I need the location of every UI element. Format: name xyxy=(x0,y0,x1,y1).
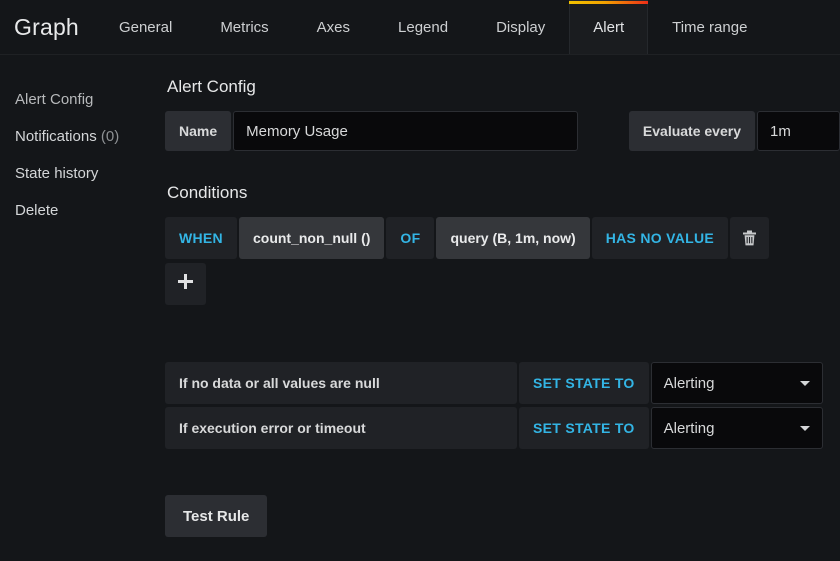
add-condition-row xyxy=(165,263,840,305)
tab-label: Axes xyxy=(316,19,351,36)
sidebar-item-label: Notifications xyxy=(15,128,97,145)
no-data-state-select[interactable]: Alerting xyxy=(650,362,823,404)
no-data-state-value: Alerting xyxy=(663,374,715,392)
tab-axes[interactable]: Axes xyxy=(293,0,374,54)
tab-label: Display xyxy=(496,19,546,36)
no-data-set-state-label[interactable]: SET STATE TO xyxy=(519,362,649,404)
notifications-count: (0) xyxy=(100,128,120,145)
sidebar-item-delete[interactable]: Delete xyxy=(0,192,165,229)
name-label: Name xyxy=(165,111,232,151)
exec-error-state-select[interactable]: Alerting xyxy=(650,407,823,449)
conditions-heading: Conditions xyxy=(167,183,248,202)
tab-label: Alert xyxy=(593,19,625,36)
tab-alert[interactable]: Alert xyxy=(569,0,649,54)
evaluate-every-label: Evaluate every xyxy=(628,111,755,151)
tab-legend[interactable]: Legend xyxy=(374,0,472,54)
panel-editor-header: Graph General Metrics Axes Legend Displa… xyxy=(0,0,840,55)
tab-metrics[interactable]: Metrics xyxy=(196,0,292,54)
sidebar-item-label: State history xyxy=(15,165,99,182)
condition-row: WHEN count_non_null () OF query (B, 1m, … xyxy=(165,217,840,259)
alert-name-row: Name Memory Usage Evaluate every 1m xyxy=(165,111,840,151)
condition-reducer-select[interactable]: count_non_null () xyxy=(238,217,385,259)
alert-config-heading: Alert Config xyxy=(167,77,256,96)
tab-time-range[interactable]: Time range xyxy=(648,0,771,54)
test-rule-block: Test Rule xyxy=(165,495,840,537)
sidebar-item-label: Delete xyxy=(15,202,59,219)
test-rule-button[interactable]: Test Rule xyxy=(165,495,268,537)
condition-query-select[interactable]: query (B, 1m, now) xyxy=(436,217,590,259)
state-handling-block: If no data or all values are null SET ST… xyxy=(165,362,840,449)
page-title: Graph xyxy=(14,13,79,40)
sidebar-item-label: Alert Config xyxy=(15,91,94,108)
condition-of-label[interactable]: OF xyxy=(386,217,435,259)
editor-body: Alert Config Notifications (0) State his… xyxy=(0,55,840,561)
exec-error-set-state-label[interactable]: SET STATE TO xyxy=(519,407,649,449)
no-data-state-row: If no data or all values are null SET ST… xyxy=(165,362,840,404)
condition-delete-button[interactable] xyxy=(730,217,770,259)
condition-evaluator-select[interactable]: HAS NO VALUE xyxy=(591,217,729,259)
tab-label: Time range xyxy=(672,19,748,36)
alert-sidebar: Alert Config Notifications (0) State his… xyxy=(0,55,165,561)
alert-name-input[interactable]: Memory Usage xyxy=(233,111,579,151)
evaluate-every-input[interactable]: 1m xyxy=(757,111,840,151)
alert-config-main: Alert Config Name Memory Usage Evaluate … xyxy=(165,55,840,561)
no-data-description: If no data or all values are null xyxy=(165,362,517,404)
plus-icon xyxy=(178,274,193,294)
tab-display[interactable]: Display xyxy=(472,0,569,54)
chevron-down-icon xyxy=(799,381,810,386)
exec-error-state-row: If execution error or timeout SET STATE … xyxy=(165,407,840,449)
sidebar-item-state-history[interactable]: State history xyxy=(0,155,165,192)
exec-error-description: If execution error or timeout xyxy=(165,407,517,449)
tab-label: General xyxy=(118,19,173,36)
add-condition-button[interactable] xyxy=(165,263,206,305)
trash-icon xyxy=(742,230,757,246)
sidebar-item-notifications[interactable]: Notifications (0) xyxy=(0,118,165,155)
editor-tab-list: General Metrics Axes Legend Display Aler… xyxy=(95,0,771,54)
tab-general[interactable]: General xyxy=(95,0,196,54)
sidebar-item-alert-config[interactable]: Alert Config xyxy=(0,81,165,118)
chevron-down-icon xyxy=(799,426,810,431)
row-spacer xyxy=(580,111,627,151)
exec-error-state-value: Alerting xyxy=(663,419,715,437)
tab-label: Metrics xyxy=(220,19,269,36)
condition-when-label[interactable]: WHEN xyxy=(165,217,237,259)
tab-label: Legend xyxy=(398,19,449,36)
